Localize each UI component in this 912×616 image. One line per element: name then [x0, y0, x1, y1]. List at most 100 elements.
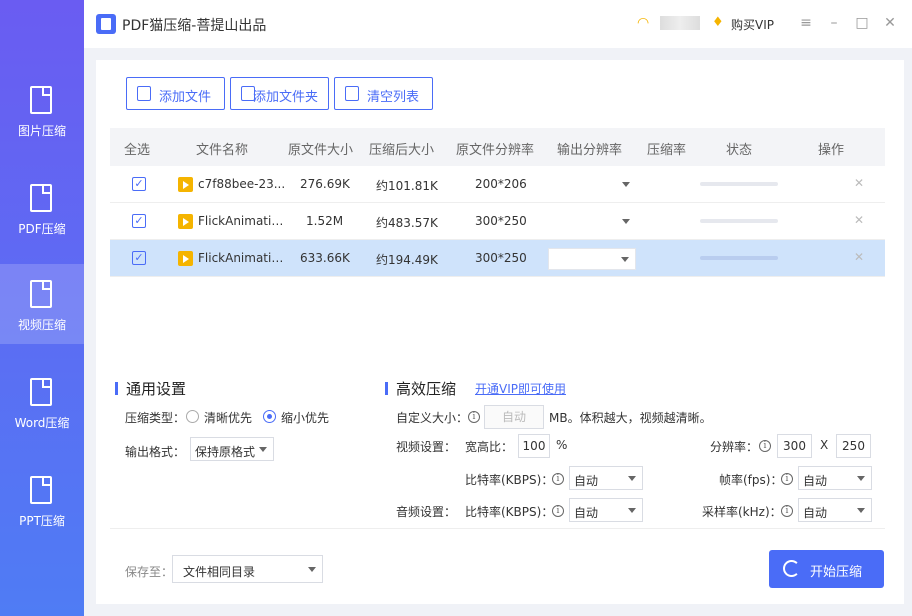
- output-res-select[interactable]: [548, 211, 636, 233]
- advanced-settings-title: 高效压缩: [396, 380, 457, 398]
- table-header: 全选 文件名称 原文件大小 压缩后大小 原文件分辨率 输出分辨率 压缩率 状态 …: [110, 128, 885, 166]
- header-actions: 操作: [818, 143, 845, 158]
- aspect-input[interactable]: 100: [518, 434, 550, 458]
- close-icon[interactable]: ✕: [881, 14, 899, 32]
- compress-type-label: 压缩类型：: [125, 411, 186, 425]
- comp-size: 约483.57K: [376, 216, 438, 230]
- info-icon[interactable]: i: [468, 411, 480, 423]
- custom-size-input[interactable]: 自动: [484, 405, 544, 429]
- table-row[interactable]: ✓ c7f88bee-23... 276.69K 约101.81K 200*20…: [110, 166, 885, 203]
- video-file-icon: [30, 280, 52, 308]
- vip-diamond-icon[interactable]: ♦: [712, 15, 724, 31]
- info-icon[interactable]: i: [552, 505, 564, 517]
- status-progress: [700, 256, 778, 260]
- orig-size: 633.66K: [300, 251, 350, 265]
- sidebar-item-word[interactable]: Word压缩: [0, 362, 84, 442]
- video-bitrate-select[interactable]: 自动: [569, 466, 643, 490]
- minimize-icon[interactable]: –: [825, 14, 843, 32]
- user-name-blurred[interactable]: [660, 16, 700, 30]
- radio-small-first[interactable]: [263, 410, 276, 423]
- radio-clear-first[interactable]: [186, 410, 199, 423]
- sample-rate-select[interactable]: 自动: [798, 498, 872, 522]
- fps-label: 帧率(fps)：: [719, 473, 783, 487]
- custom-size-hint: MB。体积越大，视频越清晰。: [549, 411, 712, 425]
- info-icon[interactable]: i: [552, 473, 564, 485]
- menu-icon[interactable]: ≡: [797, 14, 815, 32]
- output-format-label: 输出格式：: [125, 445, 186, 459]
- audio-settings-label: 音频设置：: [396, 505, 457, 519]
- file-name: FlickAnimation.: [198, 214, 286, 228]
- chevron-down-icon: [857, 508, 865, 513]
- output-res-select[interactable]: [548, 174, 636, 196]
- delete-row-icon[interactable]: ✕: [854, 250, 864, 264]
- fps-select[interactable]: 自动: [798, 466, 872, 490]
- row-checkbox[interactable]: ✓: [132, 177, 146, 191]
- word-file-icon: [30, 378, 52, 406]
- row-checkbox[interactable]: ✓: [132, 251, 146, 265]
- delete-row-icon[interactable]: ✕: [854, 213, 864, 227]
- sidebar-item-image[interactable]: 图片压缩: [0, 70, 84, 150]
- row-checkbox[interactable]: ✓: [132, 214, 146, 228]
- vip-unlock-link[interactable]: 开通VIP即可使用: [475, 380, 566, 397]
- status-progress: [700, 219, 778, 223]
- general-settings-title: 通用设置: [126, 380, 187, 398]
- section-marker: [385, 382, 388, 395]
- sidebar-item-video[interactable]: 视频压缩: [0, 264, 84, 344]
- chevron-down-icon: [259, 447, 267, 452]
- buy-vip-button[interactable]: 购买VIP: [731, 16, 774, 33]
- pdf-file-icon: [30, 184, 52, 212]
- chevron-down-icon: [308, 567, 316, 572]
- audio-bitrate-select[interactable]: 自动: [569, 498, 643, 522]
- maximize-icon[interactable]: □: [853, 14, 871, 32]
- info-icon[interactable]: i: [759, 440, 771, 452]
- add-folder-button[interactable]: 添加文件夹: [230, 77, 329, 110]
- clear-list-button[interactable]: 清空列表: [334, 77, 433, 110]
- user-avatar-icon[interactable]: ◠: [637, 15, 653, 31]
- delete-row-icon[interactable]: ✕: [854, 176, 864, 190]
- option-clear-label[interactable]: 清晰优先: [204, 409, 252, 426]
- title-bar: PDF猫压缩-菩提山出品 ◠ ♦ 购买VIP ≡ – □ ✕: [0, 0, 912, 48]
- divider: [110, 528, 885, 529]
- header-status: 状态: [726, 143, 753, 158]
- orig-size: 276.69K: [300, 177, 350, 191]
- sidebar-item-pdf[interactable]: PDF压缩: [0, 168, 84, 248]
- sidebar-item-label: Word压缩: [14, 416, 70, 430]
- audio-bitrate-label: 比特率(KBPS)：: [465, 505, 554, 519]
- aspect-unit: %: [556, 438, 568, 452]
- sidebar: 图片压缩 PDF压缩 视频压缩 Word压缩 PPT压缩: [0, 0, 84, 616]
- trash-icon: [345, 86, 359, 101]
- table-row[interactable]: ✓ FlickAnimatio... 633.66K 约194.49K 300*…: [110, 240, 885, 277]
- add-file-button[interactable]: 添加文件: [126, 77, 225, 110]
- app-title: PDF猫压缩-菩提山出品: [122, 18, 267, 34]
- sidebar-item-label: PPT压缩: [19, 514, 65, 528]
- orig-res: 300*250: [475, 251, 527, 265]
- custom-size-label: 自定义大小：: [396, 411, 469, 425]
- ppt-file-icon: [30, 476, 52, 504]
- video-file-icon: [178, 214, 193, 229]
- orig-res: 200*206: [475, 177, 527, 191]
- select-all-header[interactable]: 全选: [124, 139, 150, 158]
- option-small-label[interactable]: 缩小优先: [281, 409, 329, 426]
- output-res-select[interactable]: [548, 248, 636, 270]
- resolution-height-input[interactable]: 250: [836, 434, 871, 458]
- sidebar-item-label: 视频压缩: [17, 318, 66, 332]
- sidebar-item-ppt[interactable]: PPT压缩: [0, 460, 84, 540]
- app-logo-icon: [96, 14, 116, 34]
- table-row[interactable]: ✓ FlickAnimation. 1.52M 约483.57K 300*250…: [110, 203, 885, 240]
- video-bitrate-label: 比特率(KBPS)：: [465, 473, 554, 487]
- resolution-width-input[interactable]: 300: [777, 434, 812, 458]
- output-format-select[interactable]: 保持原格式: [190, 437, 274, 461]
- video-file-icon: [178, 251, 193, 266]
- header-orig-size: 原文件大小: [288, 143, 354, 158]
- info-icon[interactable]: i: [781, 473, 793, 485]
- aspect-label: 宽高比：: [465, 440, 514, 454]
- sample-rate-label: 采样率(kHz)：: [702, 505, 782, 519]
- save-to-select[interactable]: 文件相同目录: [172, 555, 323, 583]
- comp-size: 约194.49K: [376, 253, 438, 267]
- comp-size: 约101.81K: [376, 179, 438, 193]
- orig-res: 300*250: [475, 214, 527, 228]
- header-ratio: 压缩率: [647, 143, 687, 158]
- chevron-down-icon: [622, 182, 630, 187]
- info-icon[interactable]: i: [781, 505, 793, 517]
- start-compress-button[interactable]: 开始压缩: [769, 550, 884, 588]
